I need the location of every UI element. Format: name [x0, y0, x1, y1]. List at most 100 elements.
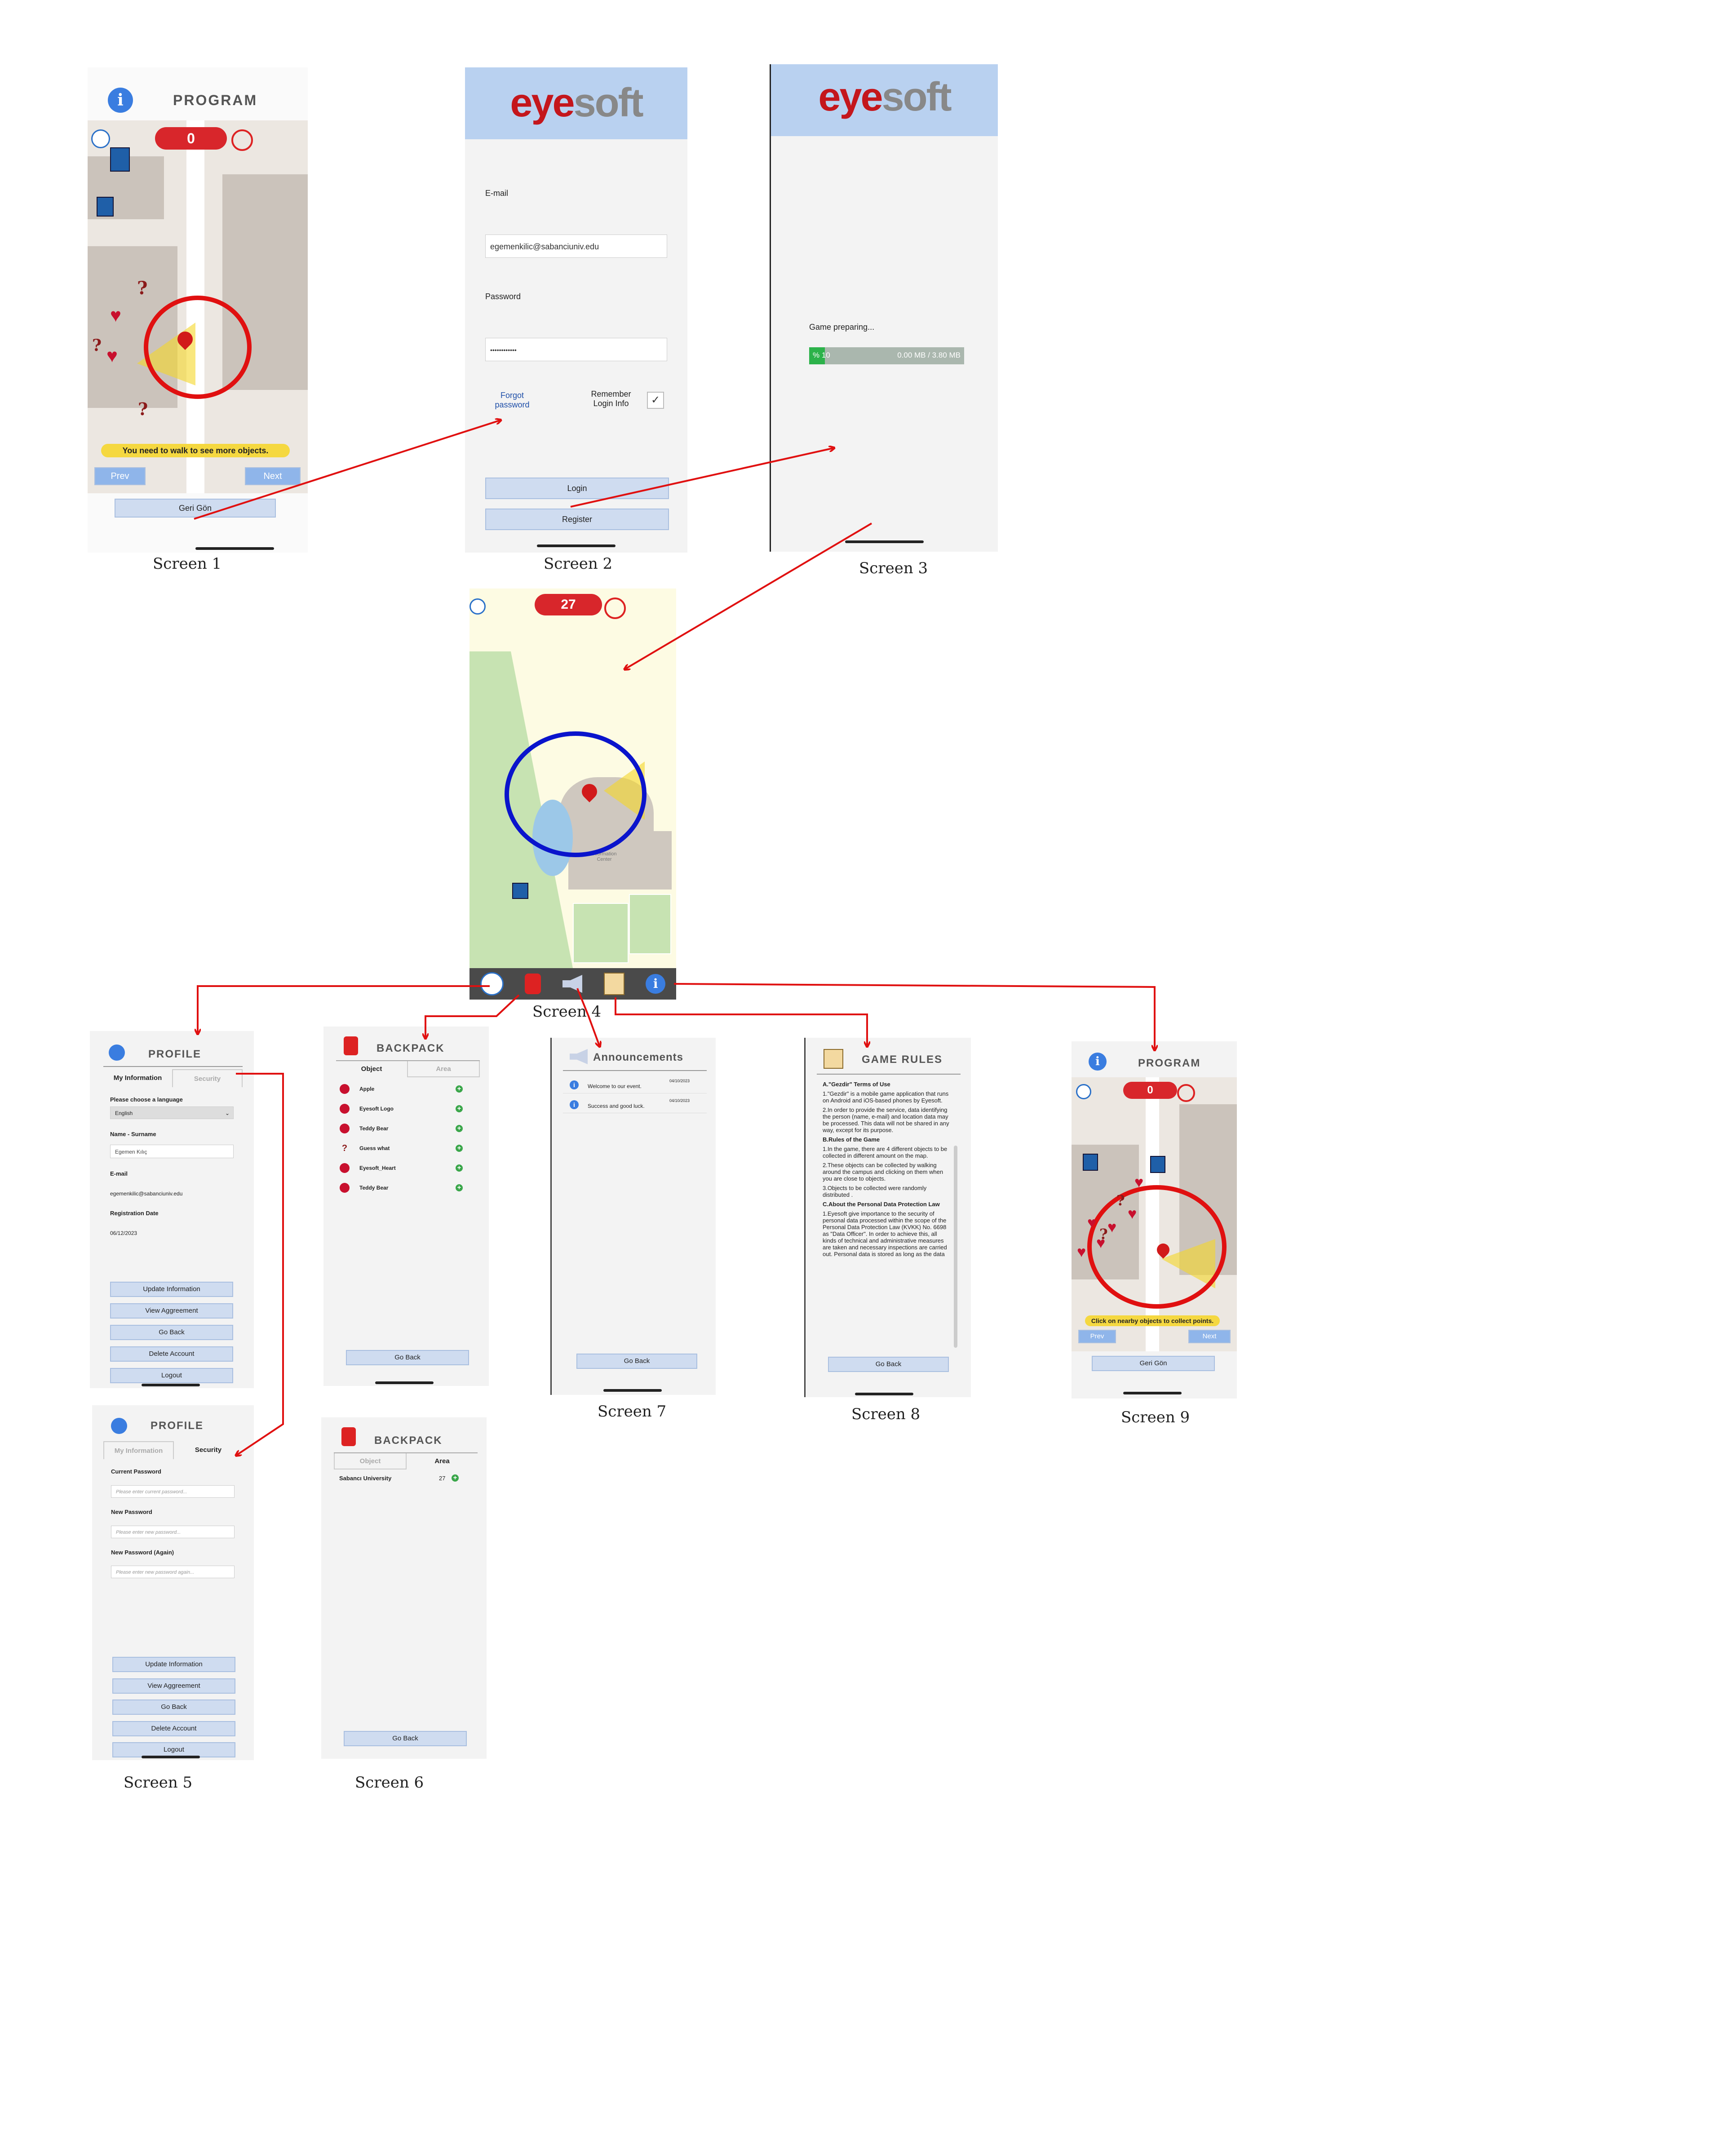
scrollbar[interactable]	[954, 1146, 957, 1348]
next-button[interactable]: Next	[245, 467, 301, 485]
add-icon[interactable]: +	[456, 1164, 463, 1172]
name-field[interactable]: Egemen Kılıç	[110, 1145, 234, 1158]
target-icon[interactable]	[604, 597, 626, 619]
add-icon[interactable]: +	[456, 1184, 463, 1191]
heart-object-icon[interactable]: ♥	[1128, 1205, 1137, 1223]
box-object-icon[interactable]	[110, 147, 130, 172]
logo-icon	[340, 1104, 350, 1114]
tab-my-information[interactable]: My Information	[103, 1441, 174, 1459]
question-object-icon[interactable]: ?	[1099, 1226, 1108, 1243]
announcement-text[interactable]: Success and good luck.	[588, 1103, 645, 1109]
compass-icon[interactable]	[91, 129, 110, 148]
back-button[interactable]: Geri Gön	[1092, 1356, 1215, 1371]
forgot-password-link[interactable]: Forgot password	[492, 391, 532, 410]
game-rules-icon[interactable]	[603, 973, 624, 995]
heart-object-icon[interactable]: ♥	[1077, 1244, 1086, 1261]
next-button[interactable]: Next	[1188, 1330, 1231, 1343]
view-agreement-button[interactable]: View Aggreement	[112, 1678, 235, 1694]
heart-icon	[340, 1163, 350, 1173]
add-icon[interactable]: +	[452, 1474, 459, 1482]
announcements-icon[interactable]	[562, 975, 582, 993]
tab-area[interactable]: Area	[407, 1061, 480, 1077]
tab-my-information[interactable]: My Information	[103, 1069, 172, 1087]
login-button[interactable]: Login	[485, 478, 669, 499]
screen-8: GAME RULES A."Gezdir" Terms of Use 1."Gez…	[804, 1038, 971, 1397]
question-object-icon[interactable]: ?	[92, 336, 102, 355]
map-view[interactable]: ? ? ? ♥ ♥ 0 You need to walk to see more…	[88, 120, 308, 493]
tab-object[interactable]: Object	[334, 1453, 407, 1469]
announcement-text[interactable]: Welcome to our event.	[588, 1083, 642, 1089]
box-object-icon[interactable]	[1150, 1156, 1165, 1173]
tab-security[interactable]: Security	[174, 1441, 243, 1459]
map-view[interactable]: Information Center 27	[469, 589, 676, 968]
heart-object-icon[interactable]: ♥	[1087, 1214, 1096, 1232]
progress-size: 0.00 MB / 3.80 MB	[897, 351, 961, 359]
go-back-button[interactable]: Go Back	[344, 1731, 467, 1746]
new-password-field[interactable]: Please enter new password...	[111, 1526, 235, 1538]
heart-object-icon[interactable]: ♥	[110, 305, 121, 326]
update-information-button[interactable]: Update Information	[112, 1657, 235, 1672]
box-object-icon[interactable]	[512, 883, 528, 899]
email-label: E-mail	[485, 189, 509, 198]
view-agreement-button[interactable]: View Aggreement	[110, 1303, 233, 1319]
rules-heading: B.Rules of the Game	[823, 1136, 880, 1143]
back-button[interactable]: Geri Gön	[115, 499, 276, 518]
object-name: Eyesoft_Heart	[359, 1165, 396, 1171]
tab-object[interactable]: Object	[336, 1061, 407, 1077]
logo-header: eyesoft	[771, 64, 998, 136]
announcement-date: 04/10/2023	[669, 1098, 690, 1103]
info-icon[interactable]: i	[646, 974, 666, 994]
heart-object-icon[interactable]: ♥	[1107, 1219, 1116, 1236]
password-field[interactable]: ••••••••••••	[485, 338, 667, 361]
prev-button[interactable]: Prev	[1078, 1330, 1116, 1343]
question-object-icon[interactable]: ?	[138, 399, 148, 419]
compass-icon[interactable]	[469, 598, 486, 615]
tab-security[interactable]: Security	[172, 1069, 243, 1087]
logout-button[interactable]: Logout	[110, 1368, 233, 1383]
info-icon[interactable]: i	[108, 88, 133, 113]
rules-text[interactable]: A."Gezdir" Terms of Use 1."Gezdir" is a m…	[823, 1079, 951, 1349]
profile-icon[interactable]	[480, 972, 504, 996]
question-object-icon[interactable]: ?	[1116, 1192, 1125, 1209]
logout-button[interactable]: Logout	[112, 1742, 235, 1757]
current-password-field[interactable]: Please enter current password...	[111, 1485, 235, 1498]
go-back-button[interactable]: Go Back	[110, 1325, 233, 1340]
remember-checkbox[interactable]: ✓	[647, 392, 664, 409]
delete-account-button[interactable]: Delete Account	[112, 1721, 235, 1736]
target-icon[interactable]	[231, 129, 253, 151]
new-password-again-field[interactable]: Please enter new password again...	[111, 1566, 235, 1578]
update-information-button[interactable]: Update Information	[110, 1282, 233, 1297]
heart-object-icon[interactable]: ♥	[1134, 1174, 1143, 1191]
add-icon[interactable]: +	[456, 1125, 463, 1132]
register-button[interactable]: Register	[485, 509, 669, 530]
map-view[interactable]: ♥ ♥ ♥ ♥ ♥ ♥ ? ? 0 Click on nearby object…	[1072, 1077, 1237, 1351]
caption-screen-2: Screen 2	[544, 555, 613, 573]
rules-paragraph: 1."Gezdir" is a mobile game application …	[823, 1090, 949, 1104]
question-object-icon[interactable]: ?	[137, 278, 147, 299]
box-object-icon[interactable]	[1083, 1154, 1098, 1171]
go-back-button[interactable]: Go Back	[576, 1354, 697, 1369]
target-icon[interactable]	[1177, 1084, 1195, 1102]
add-icon[interactable]: +	[456, 1145, 463, 1152]
add-icon[interactable]: +	[456, 1105, 463, 1112]
go-back-button[interactable]: Go Back	[828, 1357, 949, 1372]
language-select[interactable]: English ⌄	[110, 1106, 234, 1119]
announcement-date: 04/10/2023	[669, 1079, 690, 1083]
go-back-button[interactable]: Go Back	[346, 1350, 469, 1365]
heart-object-icon[interactable]: ♥	[106, 345, 118, 367]
go-back-button[interactable]: Go Back	[112, 1699, 235, 1715]
backpack-icon	[341, 1427, 356, 1446]
page-title: PROGRAM	[173, 92, 258, 108]
compass-icon[interactable]	[1076, 1084, 1091, 1099]
prev-button[interactable]: Prev	[94, 467, 146, 485]
delete-account-button[interactable]: Delete Account	[110, 1346, 233, 1362]
tab-area[interactable]: Area	[407, 1453, 478, 1469]
add-icon[interactable]: +	[456, 1085, 463, 1093]
info-icon[interactable]: i	[1089, 1053, 1107, 1071]
email-field[interactable]: egemenkilic@sabanciuniv.edu	[485, 235, 667, 258]
backpack-icon[interactable]	[525, 974, 541, 994]
page-title: BACKPACK	[374, 1434, 443, 1447]
object-name: Guess what	[359, 1145, 390, 1151]
game-rules-icon	[824, 1049, 843, 1069]
box-object-icon[interactable]	[97, 197, 114, 217]
